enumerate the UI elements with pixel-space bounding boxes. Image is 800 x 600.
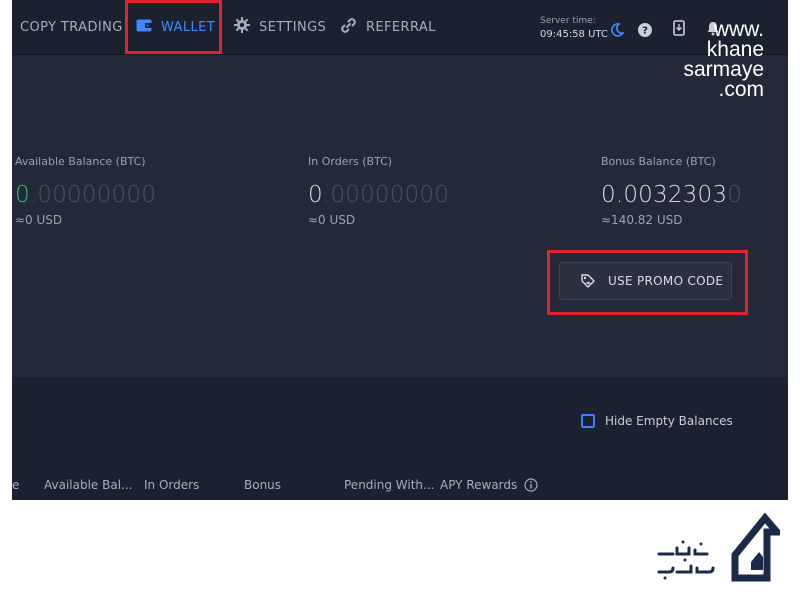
available-balance-label: Available Balance (BTC) bbox=[15, 155, 146, 168]
column-header-apy-rewards[interactable]: APY Rewards bbox=[440, 478, 538, 492]
app-window: COPY TRADING WALLET SETTINGS REFERRAL Se… bbox=[12, 0, 788, 500]
server-time-value: 09:45:58 UTC bbox=[540, 29, 608, 40]
nav-referral[interactable]: REFERRAL bbox=[340, 0, 436, 54]
server-time: Server time: 09:45:58 UTC bbox=[540, 14, 608, 42]
balances-table: Hide Empty Balances e Available Bal... I… bbox=[12, 377, 788, 500]
available-balance-value: 0.00000000 bbox=[15, 182, 156, 208]
watermark-line-4: .com bbox=[718, 78, 764, 101]
watermark-line-3: sarmaye bbox=[683, 58, 764, 81]
in-orders-label: In Orders (BTC) bbox=[308, 155, 393, 168]
top-navigation: COPY TRADING WALLET SETTINGS REFERRAL Se… bbox=[12, 0, 788, 55]
watermark-line-1: www. bbox=[713, 18, 764, 41]
watermark-logo bbox=[655, 510, 785, 589]
server-time-label: Server time: bbox=[540, 16, 596, 26]
in-orders-decimals: .00000000 bbox=[322, 182, 450, 208]
wallet-icon bbox=[136, 19, 152, 36]
column-header-pending-withdrawal[interactable]: Pending With... bbox=[344, 478, 434, 492]
hide-empty-balances-checkbox[interactable] bbox=[581, 414, 595, 428]
watermark-line-2: khane bbox=[706, 38, 764, 61]
info-icon[interactable] bbox=[524, 478, 538, 492]
nav-referral-label: REFERRAL bbox=[366, 19, 436, 35]
tag-icon bbox=[581, 274, 595, 288]
bonus-balance-usd: ≈140.82 USD bbox=[601, 213, 683, 227]
in-orders-value: 0.00000000 bbox=[308, 182, 449, 208]
watermark-url: www. khane sarmaye .com bbox=[683, 18, 764, 101]
help-icon[interactable]: ? bbox=[638, 22, 652, 37]
svg-text:?: ? bbox=[642, 26, 648, 37]
available-balance-usd: ≈0 USD bbox=[15, 213, 63, 227]
nav-settings[interactable]: SETTINGS bbox=[234, 0, 326, 54]
available-balance-integer: 0 bbox=[15, 182, 30, 208]
hide-empty-balances-toggle[interactable]: Hide Empty Balances bbox=[581, 414, 733, 428]
use-promo-code-button[interactable]: USE PROMO CODE bbox=[559, 262, 732, 300]
column-header-bonus[interactable]: Bonus bbox=[244, 478, 281, 492]
nav-copy-trading[interactable]: COPY TRADING bbox=[20, 0, 123, 54]
bonus-balance-trailing: 0 bbox=[727, 182, 743, 208]
column-header-asset[interactable]: e bbox=[12, 478, 19, 492]
nav-wallet[interactable]: WALLET bbox=[136, 0, 215, 54]
bonus-balance-value: 0.00323030 bbox=[601, 182, 742, 208]
hide-empty-balances-label: Hide Empty Balances bbox=[605, 414, 733, 428]
balances-panel: Available Balance (BTC) 0.00000000 ≈0 US… bbox=[12, 55, 788, 377]
available-balance-decimals: .00000000 bbox=[29, 182, 157, 208]
nav-settings-label: SETTINGS bbox=[259, 19, 327, 35]
column-header-apy-rewards-label: APY Rewards bbox=[440, 478, 518, 492]
persian-logo-text bbox=[657, 540, 715, 580]
in-orders-usd: ≈0 USD bbox=[308, 213, 356, 227]
nav-wallet-label: WALLET bbox=[161, 19, 216, 35]
house-logo-icon bbox=[731, 512, 785, 582]
link-icon bbox=[340, 17, 357, 38]
nav-copy-trading-label: COPY TRADING bbox=[20, 19, 123, 35]
column-header-available-balance[interactable]: Available Bal... bbox=[44, 478, 133, 492]
bonus-balance-label: Bonus Balance (BTC) bbox=[601, 155, 716, 168]
use-promo-code-label: USE PROMO CODE bbox=[608, 274, 724, 288]
gear-icon bbox=[234, 17, 250, 37]
in-orders-integer: 0 bbox=[308, 182, 323, 208]
column-header-in-orders[interactable]: In Orders bbox=[144, 478, 199, 492]
bonus-balance-digits: 0.0032303 bbox=[601, 182, 728, 208]
moon-icon[interactable] bbox=[610, 22, 625, 37]
